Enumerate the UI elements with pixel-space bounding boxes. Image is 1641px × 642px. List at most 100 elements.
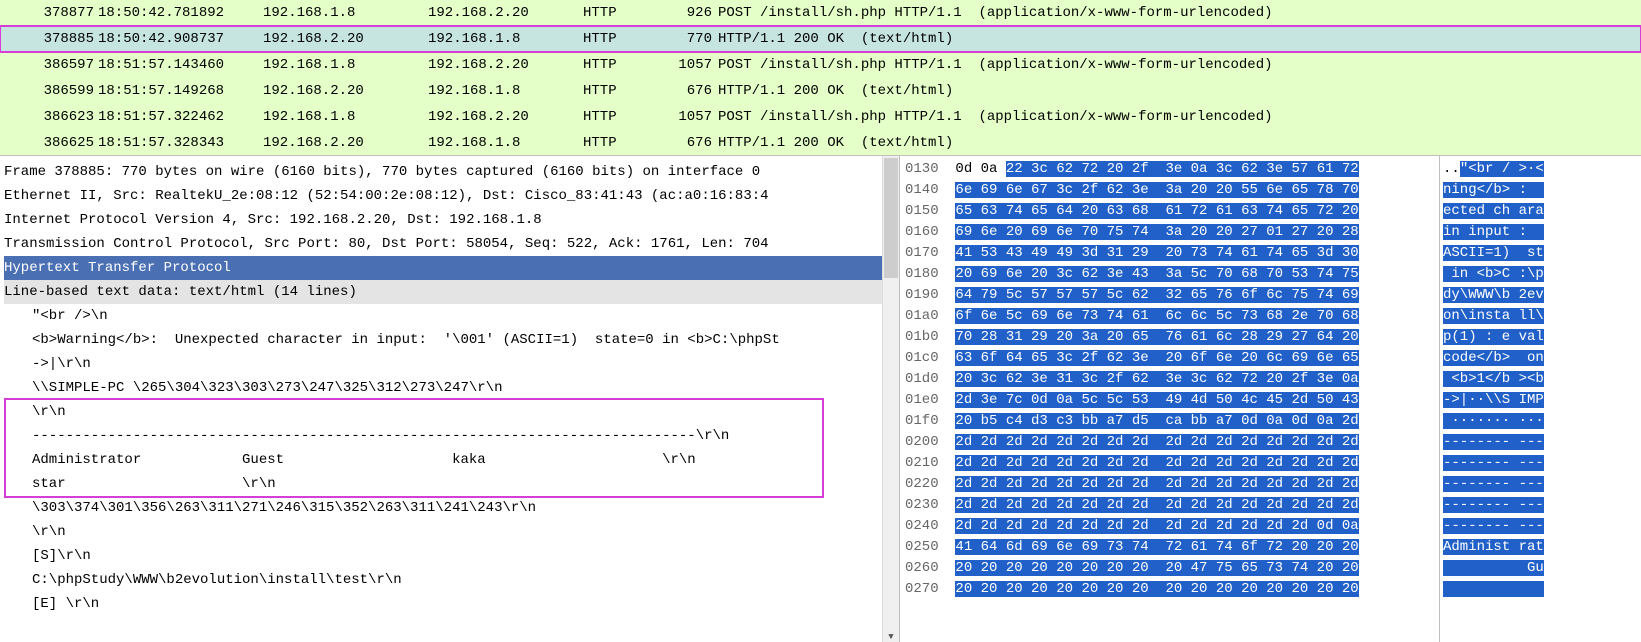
packet-row[interactable]: 38662518:51:57.328343192.168.2.20192.168… [0,130,1641,156]
hex-row[interactable]: 0190 64 79 5c 57 57 57 5c 62 32 65 76 6f… [905,285,1434,306]
hex-row[interactable]: 0210 2d 2d 2d 2d 2d 2d 2d 2d 2d 2d 2d 2d… [905,453,1434,474]
detail-line[interactable]: Ethernet II, Src: RealtekU_2e:08:12 (52:… [4,184,882,208]
packet-row[interactable]: 38659718:51:57.143460192.168.1.8192.168.… [0,52,1641,78]
hex-row[interactable]: 01d0 20 3c 62 3e 31 3c 2f 62 3e 3c 62 72… [905,369,1434,390]
hex-offset: 0210 [905,455,955,471]
hex-bytes-selected: 41 53 43 49 49 3d 31 29 20 73 74 61 74 6… [955,245,1358,261]
packet-time: 18:50:42.908737 [98,31,263,47]
packet-bytes-ascii[interactable]: .."<br / >·< ning</b> : ected ch ara in in… [1440,156,1641,642]
ascii-row[interactable]: dy\WWW\b 2ev [1443,285,1638,306]
ascii-row[interactable]: ->|··\\S IMP [1443,390,1638,411]
hex-bytes-selected: 70 28 31 29 20 3a 20 65 76 61 6c 28 29 2… [955,329,1358,345]
ascii-row[interactable]: ······· ··· [1443,411,1638,432]
detail-line[interactable]: \r\n [4,520,882,544]
hex-bytes-selected: 20 20 20 20 20 20 20 20 20 20 20 20 20 2… [955,581,1358,597]
hex-offset: 0240 [905,518,955,534]
hex-row[interactable]: 0170 41 53 43 49 49 3d 31 29 20 73 74 61… [905,243,1434,264]
hex-row[interactable]: 01a0 6f 6e 5c 69 6e 73 74 61 6c 6c 5c 73… [905,306,1434,327]
detail-line[interactable]: Hypertext Transfer Protocol [4,256,882,280]
hex-offset: 0250 [905,539,955,555]
hex-bytes-selected: 2d 2d 2d 2d 2d 2d 2d 2d 2d 2d 2d 2d 2d 2… [955,476,1358,492]
ascii-row[interactable]: ected ch ara [1443,201,1638,222]
packet-source: 192.168.1.8 [263,109,428,125]
hex-bytes-selected: 41 64 6d 69 6e 69 73 74 72 61 74 6f 72 2… [955,539,1358,555]
ascii-row[interactable]: code</b> on [1443,348,1638,369]
hex-row[interactable]: 0150 65 63 74 65 64 20 63 68 61 72 61 63… [905,201,1434,222]
ascii-row[interactable]: ASCII=1) st [1443,243,1638,264]
hex-row[interactable]: 01b0 70 28 31 29 20 3a 20 65 76 61 6c 28… [905,327,1434,348]
hex-row[interactable]: 01e0 2d 3e 7c 0d 0a 5c 5c 53 49 4d 50 4c… [905,390,1434,411]
packet-length: 1057 [663,57,718,73]
packet-length: 770 [663,31,718,47]
ascii-row[interactable]: -------- --- [1443,474,1638,495]
ascii-row[interactable]: Gu [1443,558,1638,579]
hex-bytes-selected: 65 63 74 65 64 20 63 68 61 72 61 63 74 6… [955,203,1358,219]
ascii-row[interactable]: Administ rat [1443,537,1638,558]
hex-row[interactable]: 0260 20 20 20 20 20 20 20 20 20 47 75 65… [905,558,1434,579]
hex-row[interactable]: 0160 69 6e 20 69 6e 70 75 74 3a 20 20 27… [905,222,1434,243]
ascii-row[interactable]: in input : [1443,222,1638,243]
hex-row[interactable]: 0270 20 20 20 20 20 20 20 20 20 20 20 20… [905,579,1434,600]
detail-line[interactable]: C:\phpStudy\WWW\b2evolution\install\test… [4,568,882,592]
hex-bytes-selected: 6e 69 6e 67 3c 2f 62 3e 3a 20 20 55 6e 6… [955,182,1358,198]
ascii-row[interactable]: in <b>C :\p [1443,264,1638,285]
hex-row[interactable]: 0250 41 64 6d 69 6e 69 73 74 72 61 74 6f… [905,537,1434,558]
packet-details-pane[interactable]: Frame 378885: 770 bytes on wire (6160 bi… [0,156,900,642]
ascii-row[interactable]: .."<br / >·< [1443,159,1638,180]
ascii-text-selected: ning</b> : [1443,182,1544,198]
hex-row[interactable]: 01c0 63 6f 64 65 3c 2f 62 3e 20 6f 6e 20… [905,348,1434,369]
hex-row[interactable]: 01f0 20 b5 c4 d3 c3 bb a7 d5 ca bb a7 0d… [905,411,1434,432]
packet-destination: 192.168.2.20 [428,5,583,21]
hex-row[interactable]: 0130 0d 0a 22 3c 62 72 20 2f 3e 0a 3c 62… [905,159,1434,180]
detail-line[interactable]: ->|\r\n [4,352,882,376]
ascii-text: .. [1443,161,1460,177]
ascii-row[interactable]: ning</b> : [1443,180,1638,201]
detail-line[interactable]: [E] \r\n [4,592,882,616]
ascii-row[interactable]: -------- --- [1443,516,1638,537]
details-scrollbar[interactable]: ▲ ▼ [882,156,899,642]
packet-list[interactable]: 37887718:50:42.781892192.168.1.8192.168.… [0,0,1641,156]
hex-row[interactable]: 0220 2d 2d 2d 2d 2d 2d 2d 2d 2d 2d 2d 2d… [905,474,1434,495]
detail-line[interactable]: Administrator Guest kaka \r\n [4,448,882,472]
hex-bytes-selected: 6f 6e 5c 69 6e 73 74 61 6c 6c 5c 73 68 2… [955,308,1358,324]
packet-row[interactable]: 38659918:51:57.149268192.168.2.20192.168… [0,78,1641,104]
ascii-row[interactable]: <b>1</b ><b [1443,369,1638,390]
packet-source: 192.168.2.20 [263,31,428,47]
detail-line[interactable]: star \r\n [4,472,882,496]
ascii-text-selected: in input : [1443,224,1544,240]
ascii-row[interactable]: -------- --- [1443,495,1638,516]
ascii-row[interactable] [1443,579,1638,600]
packet-destination: 192.168.2.20 [428,57,583,73]
hex-row[interactable]: 0240 2d 2d 2d 2d 2d 2d 2d 2d 2d 2d 2d 2d… [905,516,1434,537]
scrollbar-thumb[interactable] [884,158,898,278]
detail-line[interactable]: \303\374\301\356\263\311\271\246\315\352… [4,496,882,520]
detail-line[interactable]: \\SIMPLE-PC \265\304\323\303\273\247\325… [4,376,882,400]
detail-line[interactable]: Line-based text data: text/html (14 line… [4,280,882,304]
detail-line[interactable]: Internet Protocol Version 4, Src: 192.16… [4,208,882,232]
detail-line[interactable]: "<br />\n [4,304,882,328]
packet-row[interactable]: 37888518:50:42.908737192.168.2.20192.168… [0,26,1641,52]
ascii-row[interactable]: on\insta ll\ [1443,306,1638,327]
hex-bytes-selected: 63 6f 64 65 3c 2f 62 3e 20 6f 6e 20 6c 6… [955,350,1358,366]
detail-line[interactable]: <b>Warning</b>: Unexpected character in … [4,328,882,352]
detail-line[interactable]: [S]\r\n [4,544,882,568]
ascii-row[interactable]: p(1) : e val [1443,327,1638,348]
hex-row[interactable]: 0230 2d 2d 2d 2d 2d 2d 2d 2d 2d 2d 2d 2d… [905,495,1434,516]
detail-line[interactable]: Transmission Control Protocol, Src Port:… [4,232,882,256]
packet-bytes-hex[interactable]: 0130 0d 0a 22 3c 62 72 20 2f 3e 0a 3c 62… [900,156,1440,642]
hex-offset: 0180 [905,266,955,282]
packet-row[interactable]: 37887718:50:42.781892192.168.1.8192.168.… [0,0,1641,26]
detail-line[interactable]: ----------------------------------------… [4,424,882,448]
hex-row[interactable]: 0180 20 69 6e 20 3c 62 3e 43 3a 5c 70 68… [905,264,1434,285]
packet-destination: 192.168.2.20 [428,109,583,125]
detail-line[interactable]: Frame 378885: 770 bytes on wire (6160 bi… [4,160,882,184]
hex-row[interactable]: 0140 6e 69 6e 67 3c 2f 62 3e 3a 20 20 55… [905,180,1434,201]
ascii-row[interactable]: -------- --- [1443,453,1638,474]
hex-row[interactable]: 0200 2d 2d 2d 2d 2d 2d 2d 2d 2d 2d 2d 2d… [905,432,1434,453]
ascii-row[interactable]: -------- --- [1443,432,1638,453]
packet-row[interactable]: 38662318:51:57.322462192.168.1.8192.168.… [0,104,1641,130]
ascii-text-selected: Gu [1443,560,1544,576]
detail-line[interactable]: \r\n [4,400,882,424]
scroll-down-icon[interactable]: ▼ [883,632,899,642]
ascii-text-selected: -------- --- [1443,476,1544,492]
